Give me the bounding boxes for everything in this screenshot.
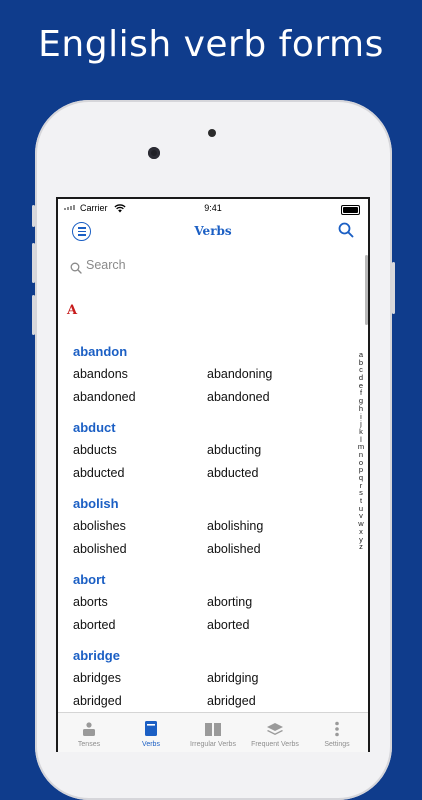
verb-form: abandons <box>73 367 128 381</box>
search-bar[interactable] <box>70 249 356 289</box>
verb-form: abridged <box>207 693 256 708</box>
verb-form: aborted <box>207 617 250 632</box>
verb-forms-row: abolished abolished <box>73 538 353 561</box>
alphabet-index[interactable]: abcdefghijklmnopqrstuvwxyz <box>356 351 366 551</box>
phone-mute-switch <box>32 205 35 227</box>
tab-irregular-verbs[interactable]: Irregular Verbs <box>182 713 244 752</box>
scrollbar[interactable] <box>365 255 368 325</box>
verb-forms-row: abandons abandoning <box>73 363 353 386</box>
phone-power-button <box>392 262 395 314</box>
tab-label: Irregular Verbs <box>190 741 236 748</box>
verb-form: abolished <box>207 541 261 556</box>
layers-icon <box>267 723 283 735</box>
status-time: 9:41 <box>204 203 222 213</box>
verb-form: abducts <box>73 443 117 457</box>
verb-form: abandoned <box>73 389 136 404</box>
navigation-bar: Verbs <box>58 219 368 249</box>
verb-form: abducting <box>207 443 262 457</box>
verb-title[interactable]: abort <box>73 569 353 591</box>
verb-form: abolishing <box>207 519 264 533</box>
verb-form: abducted <box>207 465 259 480</box>
tab-verbs[interactable]: Verbs <box>120 713 182 752</box>
phone-volume-down <box>32 295 35 335</box>
verb-title[interactable]: abandon <box>73 341 353 363</box>
tab-frequent-verbs[interactable]: Frequent Verbs <box>244 713 306 752</box>
phone-speaker <box>208 129 216 137</box>
tab-label: Frequent Verbs <box>251 741 299 748</box>
tenses-icon <box>83 722 95 736</box>
tab-bar: Tenses Verbs Irregular Verbs Frequent Ve… <box>58 712 368 752</box>
verb-form: abandoned <box>207 389 270 404</box>
verb-forms-row: abridges abridging <box>73 667 353 690</box>
open-book-icon <box>205 723 221 736</box>
section-header-letter: A <box>67 303 78 318</box>
page-title: Verbs <box>194 224 232 238</box>
verb-title[interactable]: abduct <box>73 417 353 439</box>
search-input[interactable] <box>86 258 346 272</box>
verb-forms-row: aborts aborting <box>73 591 353 614</box>
list-item[interactable]: abduct abducts abducting abducted abducted <box>73 417 353 493</box>
phone-camera <box>148 147 160 159</box>
verb-forms-row: abducts abducting <box>73 439 353 462</box>
search-icon[interactable] <box>338 222 354 238</box>
marketing-headline: English verb forms <box>38 24 384 65</box>
search-field-icon <box>70 262 82 274</box>
verb-form: aborts <box>73 595 108 609</box>
tab-settings[interactable]: Settings <box>306 713 368 752</box>
verb-form: abridges <box>73 671 121 685</box>
verb-forms-row: abolishes abolishing <box>73 515 353 538</box>
tab-label: Tenses <box>77 741 101 748</box>
tab-label: Verbs <box>142 741 160 748</box>
verb-forms-row: abandoned abandoned <box>73 386 353 409</box>
list-item[interactable]: abolish abolishes abolishing abolished abo… <box>73 493 353 569</box>
app-screen: Carrier 9:41 Verbs A abandon ab <box>56 197 370 752</box>
verb-form: abridging <box>207 671 259 685</box>
verb-form: abandoning <box>207 367 273 381</box>
verb-form: aborting <box>207 595 253 609</box>
status-bar: Carrier 9:41 <box>58 199 368 219</box>
list-item[interactable]: abort aborts aborting aborted aborted <box>73 569 353 645</box>
verb-form: abducted <box>73 465 125 480</box>
verb-forms-row: abducted abducted <box>73 462 353 485</box>
verb-form: abolishes <box>73 519 126 533</box>
list-item[interactable]: abandon abandons abandoning abandoned aban… <box>73 341 353 417</box>
phone-volume-up <box>32 243 35 283</box>
verb-title[interactable]: abridge <box>73 645 353 667</box>
more-dots-icon <box>335 721 339 737</box>
verb-form: aborted <box>73 617 116 632</box>
verb-form: abridged <box>73 693 122 708</box>
verb-forms-row: abridged abridged <box>73 690 353 713</box>
verb-forms-row: aborted aborted <box>73 614 353 637</box>
index-letter[interactable]: z <box>356 543 366 551</box>
list-item[interactable]: abridge abridges abridging abridged abridg… <box>73 645 353 721</box>
verb-form: abolished <box>73 541 127 556</box>
verb-list: abandon abandons abandoning abandoned aban… <box>73 341 353 721</box>
tab-tenses[interactable]: Tenses <box>58 713 120 752</box>
book-icon <box>145 721 157 736</box>
battery-icon <box>341 205 360 215</box>
tab-label: Settings <box>324 741 350 748</box>
verb-title[interactable]: abolish <box>73 493 353 515</box>
